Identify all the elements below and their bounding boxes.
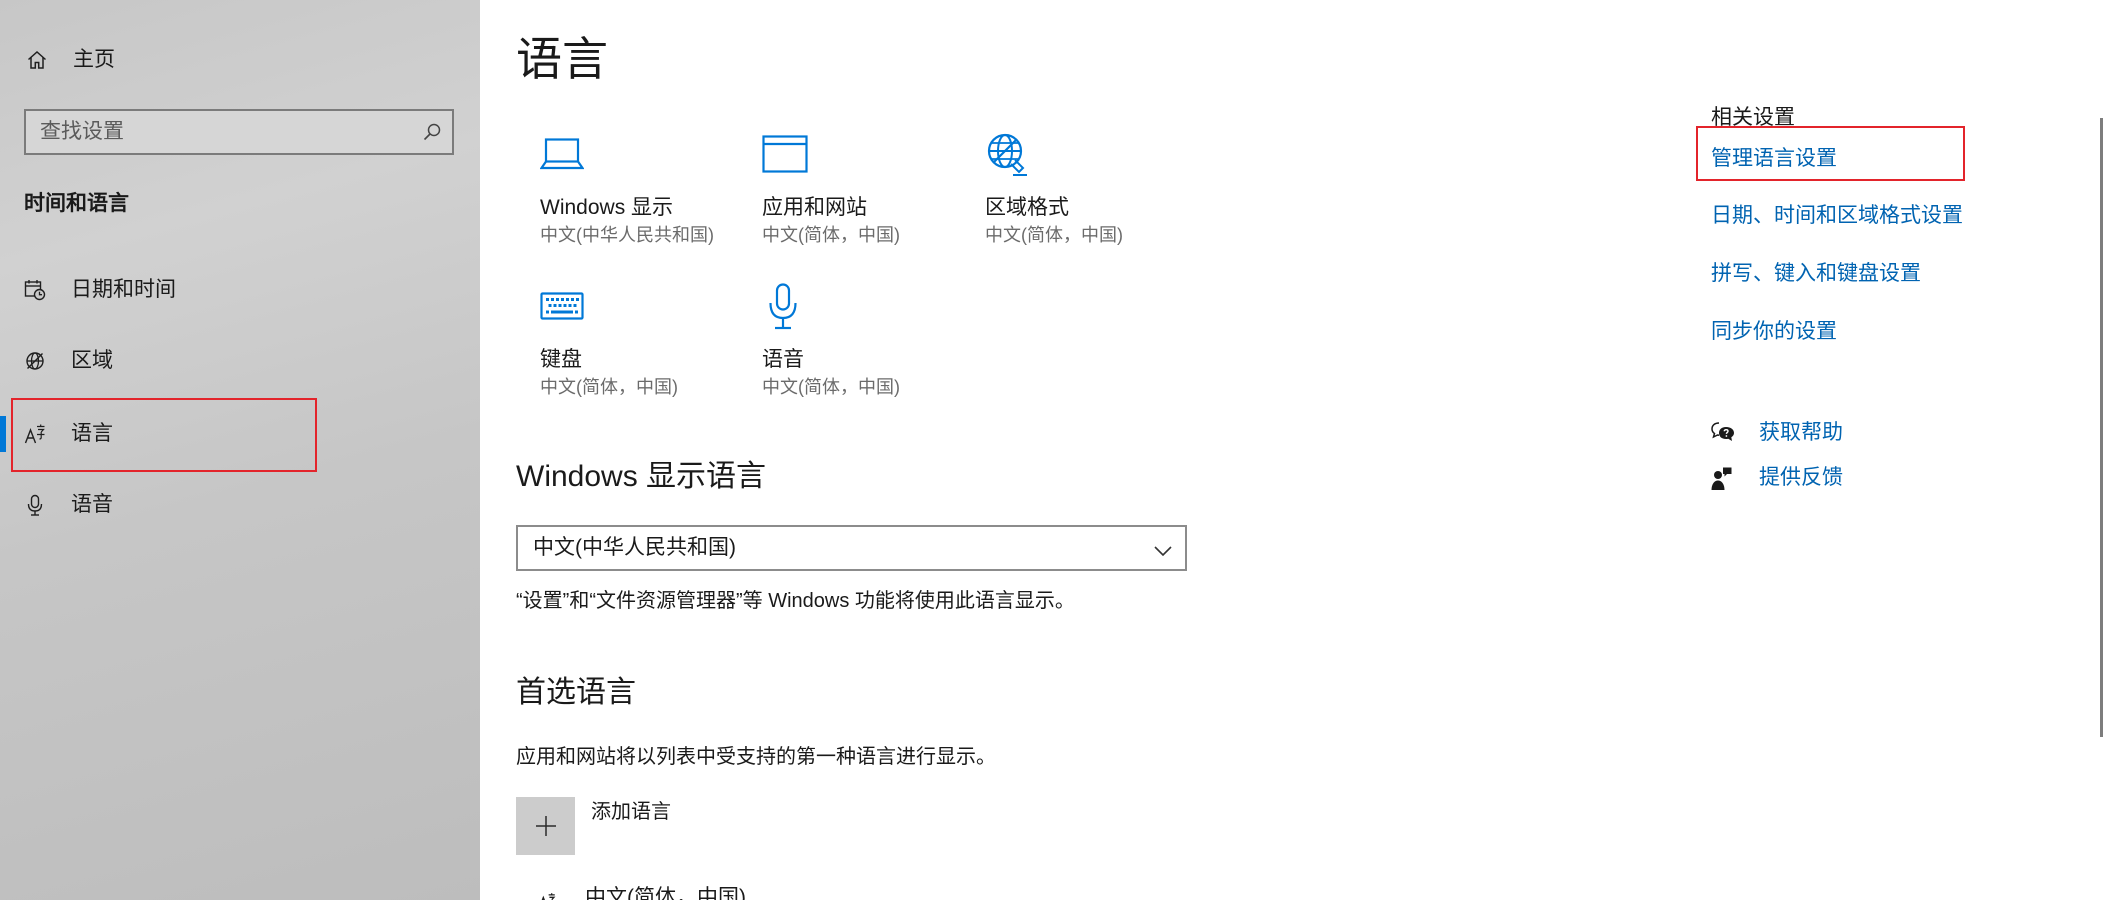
section-title: 时间和语言 — [24, 192, 129, 215]
app-window-icon — [762, 128, 822, 180]
tile-subtitle: 中文(简体，中国) — [985, 225, 1123, 245]
sidebar-item-speech[interactable]: 语音 — [0, 477, 480, 533]
keyboard-icon — [540, 280, 600, 332]
tile-keyboard[interactable]: 键盘 中文(简体，中国) — [540, 280, 740, 400]
add-language-button[interactable]: 添加语言 — [516, 797, 756, 855]
tile-label: Windows 显示 — [540, 196, 674, 219]
plus-icon — [516, 797, 575, 855]
calendar-clock-icon — [24, 279, 46, 306]
tile-subtitle: 中文(简体，中国) — [540, 377, 678, 397]
selected-indicator — [0, 416, 6, 452]
preferred-language-label: 中文(简体，中国) — [585, 886, 746, 900]
language-icon — [24, 423, 46, 450]
display-language-heading: Windows 显示语言 — [516, 460, 767, 493]
sidebar-item-label: 日期和时间 — [71, 278, 176, 301]
region-format-globe-icon — [985, 128, 1045, 180]
sidebar: 主页 时间和语言 日期和时间 区域 语言 语音 — [0, 0, 480, 900]
scrollbar[interactable] — [2100, 118, 2103, 737]
page-title: 语言 — [516, 33, 608, 85]
preferred-languages-heading: 首选语言 — [516, 676, 636, 709]
tile-label: 应用和网站 — [762, 196, 867, 219]
feedback-icon — [1711, 466, 1733, 497]
display-language-dropdown[interactable]: 中文(中华人民共和国) — [516, 525, 1187, 571]
sidebar-item-date-time[interactable]: 日期和时间 — [0, 262, 480, 318]
tile-label: 语音 — [762, 348, 804, 371]
get-help-link[interactable]: 获取帮助 — [1711, 419, 1951, 449]
home-label: 主页 — [73, 48, 115, 71]
related-settings-heading: 相关设置 — [1711, 106, 1795, 129]
dropdown-selected-value: 中文(中华人民共和国) — [533, 536, 736, 559]
sidebar-item-label: 语音 — [71, 493, 113, 516]
sidebar-item-region[interactable]: 区域 — [0, 333, 480, 389]
tile-windows-display[interactable]: Windows 显示 中文(中华人民共和国) — [540, 128, 740, 248]
tile-label: 区域格式 — [985, 196, 1069, 219]
microphone-icon — [24, 494, 46, 521]
home-icon — [26, 49, 48, 76]
tile-subtitle: 中文(简体，中国) — [762, 225, 900, 245]
chevron-down-icon — [1154, 543, 1172, 561]
give-feedback-label: 提供反馈 — [1759, 466, 1843, 489]
microphone-icon — [762, 280, 822, 332]
region-globe-icon — [24, 350, 46, 377]
tile-subtitle: 中文(中华人民共和国) — [540, 225, 714, 245]
preferred-languages-description: 应用和网站将以列表中受支持的第一种语言进行显示。 — [516, 746, 996, 768]
get-help-label: 获取帮助 — [1759, 421, 1843, 444]
spelling-typing-keyboard-settings-link[interactable]: 拼写、键入和键盘设置 — [1711, 260, 1921, 288]
home-nav-item[interactable]: 主页 — [0, 36, 480, 84]
tile-label: 键盘 — [540, 348, 582, 371]
date-time-region-settings-link[interactable]: 日期、时间和区域格式设置 — [1711, 202, 1963, 230]
sidebar-item-label: 语言 — [71, 422, 113, 445]
tile-apps-websites[interactable]: 应用和网站 中文(简体，中国) — [762, 128, 962, 248]
sync-settings-link[interactable]: 同步你的设置 — [1711, 318, 1837, 346]
search-box — [24, 109, 454, 155]
help-chat-icon — [1711, 421, 1735, 448]
give-feedback-link[interactable]: 提供反馈 — [1711, 464, 1951, 494]
tile-speech[interactable]: 语音 中文(简体，中国) — [762, 280, 962, 400]
search-input[interactable] — [26, 111, 452, 153]
language-icon — [538, 892, 556, 900]
laptop-icon — [540, 128, 600, 180]
display-language-description: “设置”和“文件资源管理器”等 Windows 功能将使用此语言显示。 — [516, 590, 1075, 612]
sidebar-item-language[interactable]: 语言 — [0, 406, 480, 462]
tile-regional-format[interactable]: 区域格式 中文(简体，中国) — [985, 128, 1185, 248]
preferred-language-item[interactable]: 中文(简体，中国) — [516, 884, 836, 900]
sidebar-item-label: 区域 — [71, 349, 113, 372]
tile-subtitle: 中文(简体，中国) — [762, 377, 900, 397]
search-icon[interactable] — [422, 122, 442, 142]
manage-language-settings-link[interactable]: 管理语言设置 — [1711, 145, 1837, 173]
add-language-label: 添加语言 — [591, 801, 671, 823]
